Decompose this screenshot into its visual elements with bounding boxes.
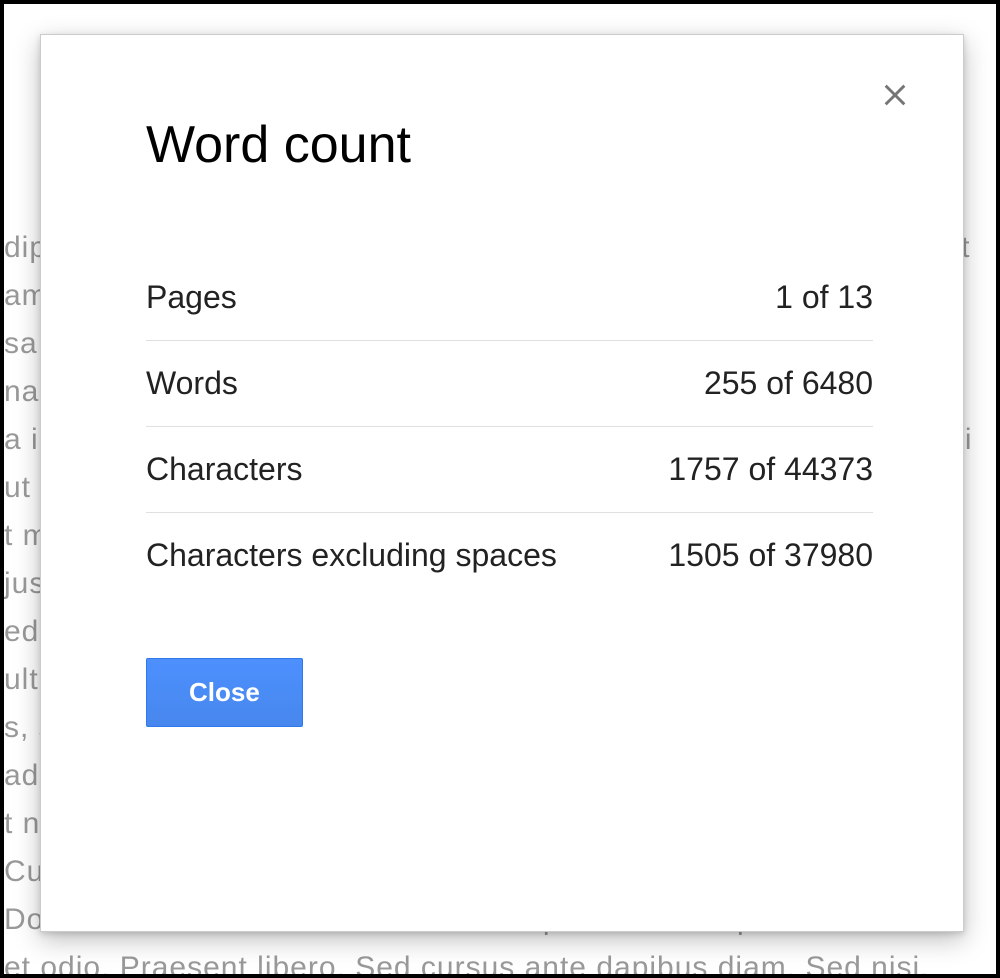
stat-value-chars-no-spaces: 1505 of 37980 — [668, 537, 873, 574]
stat-label-words: Words — [146, 365, 238, 402]
word-count-dialog: Word count Pages 1 of 13 Words 255 of 64… — [40, 34, 964, 932]
stat-label-pages: Pages — [146, 279, 237, 316]
close-icon[interactable] — [877, 77, 913, 113]
stat-row-characters: Characters 1757 of 44373 — [146, 427, 873, 513]
dialog-title: Word count — [146, 115, 873, 175]
stat-label-characters: Characters — [146, 451, 303, 488]
stat-row-pages: Pages 1 of 13 — [146, 255, 873, 341]
stat-row-words: Words 255 of 6480 — [146, 341, 873, 427]
bg-line: et odio. Praesent libero. Sed cursus ant… — [4, 944, 996, 974]
stat-row-chars-no-spaces: Characters excluding spaces 1505 of 3798… — [146, 513, 873, 598]
stat-value-words: 255 of 6480 — [704, 365, 873, 402]
stat-label-chars-no-spaces: Characters excluding spaces — [146, 537, 557, 574]
stat-value-pages: 1 of 13 — [775, 279, 873, 316]
stat-value-characters: 1757 of 44373 — [668, 451, 873, 488]
close-button[interactable]: Close — [146, 658, 303, 727]
